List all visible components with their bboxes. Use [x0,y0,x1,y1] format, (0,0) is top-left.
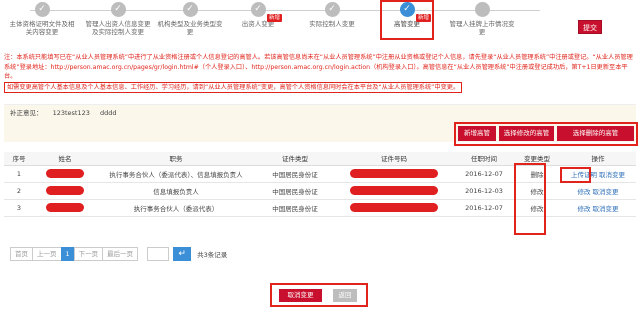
step-1[interactable]: ✓ 主体资格证明文件及相关内容变更 [7,2,77,36]
modify-link[interactable]: 修改 [577,188,590,196]
row-id-type: 中国居民身份证 [256,199,334,217]
row-id-type: 中国居民身份证 [256,165,334,183]
redacted-name [46,169,84,178]
row-no: 1 [4,165,34,183]
cancel-change-link[interactable]: 取消变更 [593,188,619,196]
step-progress-bar: ✓ 主体资格证明文件及相关内容变更 ✓ 管理人出资人信息变更及实际控制人变更 ✓… [0,0,600,48]
row-no: 3 [4,199,34,217]
step-highlight-box [380,0,434,40]
notice-text: 注：本系统只能填写已在“从业人员管理系统”中进行了从业资格注册或个人信息登记的高… [4,53,636,93]
step-label: 管理人出资人信息变更及实际控制人变更 [85,20,151,36]
row-id-type: 中国居民身份证 [256,182,334,200]
row-title: 信息填报负责人 [96,182,256,200]
header-id-type: 证件类型 [256,152,334,166]
go-page-icon[interactable]: ↵ [173,247,192,261]
redacted-name [46,186,84,195]
page-1-button[interactable]: 1 [60,247,75,261]
step-check-icon: ✓ [34,2,50,17]
step-3[interactable]: ✓ 机构类型及业务类型变更 [155,2,225,36]
row-date: 2016-12-03 [454,182,514,200]
step-5[interactable]: ✓ 实际控制人变更 [297,2,367,28]
step-check-icon: ✓ [182,2,198,17]
header-operation: 操作 [560,152,636,166]
step-label: 出资人变更 [241,20,275,28]
cancel-change-button[interactable]: 取消变更 [279,289,322,302]
opinion-value-1: 123test123 [52,109,90,117]
header-id-number: 证件号码 [334,152,454,166]
cancel-change-link[interactable]: 取消变更 [599,171,625,179]
step-label: 主体资格证明文件及相关内容变更 [9,20,75,36]
add-executive-button[interactable]: 新增高管 [458,126,496,141]
upload-proof-highlight-box [560,167,591,183]
submit-button[interactable]: 提交 [578,20,602,34]
step-4[interactable]: ✓ 出资人变更 新增 [223,2,293,28]
header-no: 序号 [4,152,34,166]
row-title: 执行事务合伙人（委派代表）、信息填报负责人 [96,165,256,183]
prev-page-button[interactable]: 上一页 [32,247,62,261]
step-label: 管理人挂牌上市情况变更 [449,20,515,36]
notice-line-2: 如需变更高管个人基本信息及个人基本信息、工作经历、学习经历，请到“从业人员管理系… [4,81,463,93]
page-number-input[interactable] [147,247,170,261]
step-7[interactable]: 管理人挂牌上市情况变更 [447,2,517,36]
step-check-icon: ✓ [250,2,266,17]
row-title: 执行事务合伙人（委派代表） [96,199,256,217]
header-date: 任职时间 [454,152,514,166]
step-check-icon: ✓ [324,2,340,17]
cancel-change-link[interactable]: 取消变更 [593,205,619,213]
correction-opinion: 补正意见： 123test123 dddd [4,104,636,120]
row-no: 2 [4,182,34,200]
step-label: 实际控制人变更 [309,20,355,28]
redacted-name [46,203,84,212]
change-type-highlight-box [514,163,546,235]
row-date: 2016-12-07 [454,165,514,183]
total-records: 共3条记录 [197,251,228,259]
redacted-id-number [350,203,438,212]
row-date: 2016-12-07 [454,199,514,217]
next-page-button[interactable]: 下一页 [73,247,104,261]
step-circle-icon [474,2,490,17]
redacted-id-number [350,186,438,195]
opinion-label: 补正意见： [10,109,43,117]
notice-line-1: 注：本系统只能填写已在“从业人员管理系统”中进行了从业资格注册或个人信息登记的高… [4,54,633,80]
redacted-id-number [350,169,438,178]
pagination: 首页 上一页 1 下一页 最后一页 ↵ 共3条记录 [10,247,227,261]
back-button[interactable]: 返回 [333,289,357,302]
first-page-button[interactable]: 首页 [10,247,33,261]
modify-executive-button[interactable]: 选择修改的高管 [499,126,554,141]
step-label: 机构类型及业务类型变更 [157,20,223,36]
last-page-button[interactable]: 最后一页 [102,247,139,261]
opinion-value-2: dddd [99,109,117,117]
step-2[interactable]: ✓ 管理人出资人信息变更及实际控制人变更 [83,2,153,36]
modify-link[interactable]: 修改 [577,205,590,213]
delete-executive-button[interactable]: 选择删除的高管 [557,126,634,141]
header-title: 职务 [96,152,256,166]
step-check-icon: ✓ [110,2,126,17]
new-badge: 新增 [267,14,283,22]
header-name: 姓名 [34,152,96,166]
